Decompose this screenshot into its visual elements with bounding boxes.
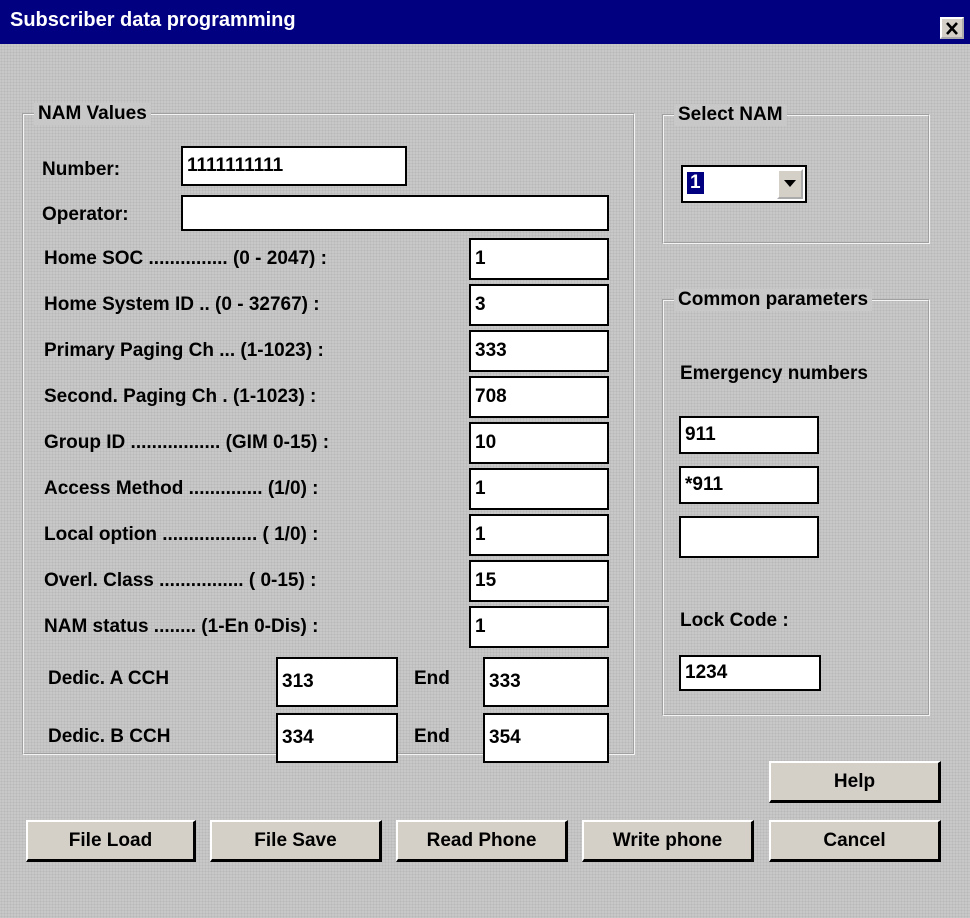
home-soc-label: Home SOC ............... (0 - 2047) :	[44, 248, 327, 269]
dropdown-button[interactable]	[777, 169, 803, 199]
emergency-number-1[interactable]	[679, 416, 819, 454]
write-phone-button-label: Write phone	[612, 829, 723, 851]
subscriber-dialog: Subscriber data programming NAM Values N…	[0, 0, 970, 918]
overl-class-label: Overl. Class ................ ( 0-15) :	[44, 570, 317, 591]
emergency-number-2[interactable]	[679, 466, 819, 504]
home-system-id-label: Home System ID .. (0 - 32767) :	[44, 294, 320, 315]
file-load-button-label: File Load	[68, 829, 153, 851]
dedic-a-end-label: End	[414, 668, 450, 689]
select-nam-legend: Select NAM	[674, 104, 787, 126]
file-load-button[interactable]: File Load	[26, 820, 196, 862]
number-label: Number:	[42, 159, 121, 180]
cancel-button[interactable]: Cancel	[769, 820, 941, 862]
dedic-b-end-field[interactable]	[483, 713, 609, 763]
window-title: Subscriber data programming	[10, 9, 296, 31]
dedic-b-end-label: End	[414, 726, 450, 747]
emergency-number-3[interactable]	[679, 516, 819, 558]
title-bar: Subscriber data programming	[0, 0, 970, 44]
common-parameters-legend: Common parameters	[674, 289, 873, 311]
group-id-field[interactable]	[469, 422, 609, 464]
file-save-button[interactable]: File Save	[210, 820, 382, 862]
nam-status-field[interactable]	[469, 606, 609, 648]
emergency-numbers-label: Emergency numbers	[680, 363, 868, 384]
dedic-a-end-field[interactable]	[483, 657, 609, 707]
access-method-label: Access Method .............. (1/0) :	[44, 478, 319, 499]
write-phone-button[interactable]: Write phone	[582, 820, 754, 862]
close-icon	[946, 21, 958, 35]
group-id-label: Group ID ................. (GIM 0-15) :	[44, 432, 330, 453]
close-button[interactable]	[940, 17, 964, 39]
second-paging-ch-label: Second. Paging Ch . (1-1023) :	[44, 386, 317, 407]
select-nam-value: 1	[687, 172, 704, 194]
overl-class-field[interactable]	[469, 560, 609, 602]
second-paging-ch-field[interactable]	[469, 376, 609, 418]
select-nam-dropdown[interactable]: 1	[681, 165, 807, 203]
lock-code-label: Lock Code :	[680, 610, 789, 631]
file-save-button-label: File Save	[254, 829, 337, 851]
primary-paging-ch-field[interactable]	[469, 330, 609, 372]
dedic-a-start-field[interactable]	[276, 657, 398, 707]
common-parameters-group: Common parameters	[662, 289, 930, 716]
operator-label: Operator:	[42, 204, 129, 225]
access-method-field[interactable]	[469, 468, 609, 510]
chevron-down-icon	[784, 180, 796, 187]
read-phone-button-label: Read Phone	[426, 829, 537, 851]
help-button-label: Help	[833, 770, 876, 792]
home-soc-field[interactable]	[469, 238, 609, 280]
nam-status-label: NAM status ........ (1-En 0-Dis) :	[44, 616, 319, 637]
cancel-button-label: Cancel	[823, 829, 886, 851]
local-option-label: Local option .................. ( 1/0) :	[44, 524, 319, 545]
nam-values-legend: NAM Values	[34, 103, 151, 125]
number-field[interactable]	[181, 146, 407, 186]
help-button[interactable]: Help	[769, 761, 941, 803]
lock-code-field[interactable]	[679, 655, 821, 691]
local-option-field[interactable]	[469, 514, 609, 556]
operator-field[interactable]	[181, 195, 609, 231]
home-system-id-field[interactable]	[469, 284, 609, 326]
dedic-b-label: Dedic. B CCH	[48, 726, 171, 747]
dedic-b-start-field[interactable]	[276, 713, 398, 763]
read-phone-button[interactable]: Read Phone	[396, 820, 568, 862]
primary-paging-ch-label: Primary Paging Ch ... (1-1023) :	[44, 340, 324, 361]
dedic-a-label: Dedic. A CCH	[48, 668, 170, 689]
